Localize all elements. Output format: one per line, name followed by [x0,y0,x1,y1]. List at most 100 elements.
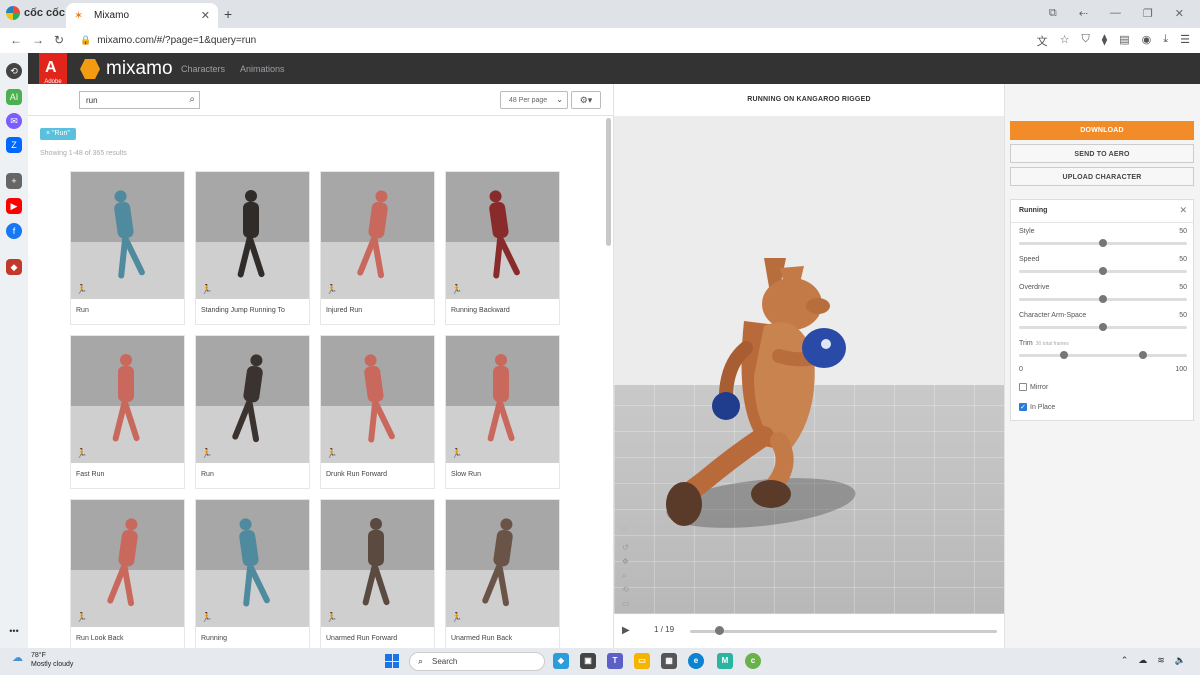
timeline-track[interactable] [690,630,997,633]
settings-dropdown-button[interactable]: ⚙▾ [571,91,601,109]
animation-thumbnail[interactable]: 🏃 [71,172,184,299]
animation-card[interactable]: 🏃 Fast Run [71,336,184,488]
url-field[interactable]: 🔒 mixamo.com/#/?page=1&query=run [80,32,1010,49]
add-shortcut-icon[interactable]: + [6,173,22,189]
animation-thumbnail[interactable]: 🏃 [446,172,559,299]
param-handle[interactable] [1099,323,1107,331]
reset-view-icon[interactable]: ⟲ [622,585,632,595]
animation-card[interactable]: 🏃 Slow Run [446,336,559,488]
weather-widget[interactable]: ☁ 78°F Mostly cloudy [12,651,73,669]
app-shortcut-icon[interactable]: ◆ [6,259,22,275]
animation-card[interactable]: 🏃 Run [196,336,309,488]
close-icon[interactable]: ✕ [1179,205,1187,216]
mirror-checkbox[interactable]: Mirror [1019,383,1048,391]
teams-icon[interactable]: T [607,653,623,669]
download-icon[interactable]: ⤓ [1163,33,1168,49]
play-icon[interactable]: ▶ [622,625,630,636]
send-to-aero-button[interactable]: SEND TO AERO [1010,144,1194,163]
param-handle[interactable] [1099,295,1107,303]
wifi-icon[interactable]: ≋ [1157,655,1165,666]
filter-chip-run[interactable]: × "Run" [40,128,76,140]
minimize-icon[interactable]: — [1110,7,1121,20]
animation-card[interactable]: 🏃 Unarmed Run Forward [321,500,434,652]
youtube-icon[interactable]: ▶ [6,198,22,214]
facebook-icon[interactable]: f [6,223,22,239]
search-icon[interactable]: ⌕ [189,94,195,105]
animation-thumbnail[interactable]: 🏃 [446,336,559,463]
animation-card[interactable]: 🏃 Run [71,172,184,324]
messenger-icon[interactable]: ✉ [6,113,22,129]
3d-scene[interactable]: ◌ ↺ ✥ ⌕ ⟲ ▭ [614,116,1004,614]
more-icon[interactable]: ••• [6,623,22,639]
task-view-icon[interactable]: ▣ [580,653,596,669]
trim-start-handle[interactable] [1060,351,1069,359]
animation-card[interactable]: 🏃 Standing Jump Running To [196,172,309,324]
nav-characters[interactable]: Characters [181,64,225,74]
animation-thumbnail[interactable]: 🏃 [321,336,434,463]
reload-icon[interactable]: ↻ [54,33,64,47]
per-page-select[interactable]: 48 Per page ⌄ [500,91,568,109]
zalo-icon[interactable]: Z [6,137,22,153]
new-tab-button[interactable]: + [224,6,232,22]
rotate-icon[interactable]: ↺ [622,543,632,553]
trim-slider[interactable]: Trim 30 total frames [1019,340,1187,364]
taskbar-search[interactable]: ⌕ Search [409,652,545,671]
animation-thumbnail[interactable]: 🏃 [321,500,434,627]
sidebar-toggle-icon[interactable]: ▤ [1119,33,1129,49]
animation-card[interactable]: 🏃 Drunk Run Forward [321,336,434,488]
animation-thumbnail[interactable]: 🏃 [196,336,309,463]
history-icon[interactable]: ⟲ [6,63,22,79]
close-tab-icon[interactable]: ✕ [201,9,210,22]
close-window-icon[interactable]: ✕ [1175,7,1184,20]
param-handle[interactable] [1099,239,1107,247]
mixamo-logo[interactable]: mixamo [80,58,173,80]
chevron-up-icon[interactable]: ⌃ [1121,655,1129,666]
file-explorer-icon[interactable]: ▭ [634,653,650,669]
animation-thumbnail[interactable]: 🏃 [71,336,184,463]
animation-thumbnail[interactable]: 🏃 [196,500,309,627]
animation-thumbnail[interactable]: 🏃 [71,500,184,627]
volume-icon[interactable]: 🔈 [1175,655,1186,666]
translate-icon[interactable]: 文 [1037,33,1048,49]
back-history-icon[interactable]: ⇠ [1079,7,1088,20]
animation-card[interactable]: 🏃 Running [196,500,309,652]
record-icon[interactable]: ▭ [622,599,632,609]
param-slider[interactable]: Overdrive 50 [1019,284,1187,308]
results-scrollbar[interactable] [606,118,611,246]
upload-character-button[interactable]: UPLOAD CHARACTER [1010,167,1194,186]
download-button[interactable]: DOWNLOAD [1010,121,1194,140]
zoom-icon[interactable]: ⌕ [622,571,632,581]
back-icon[interactable]: ← [10,33,22,47]
mixamo-app-icon[interactable]: M [717,653,733,669]
animation-thumbnail[interactable]: 🏃 [196,172,309,299]
animation-card[interactable]: 🏃 Run Look Back [71,500,184,652]
trim-track[interactable] [1019,354,1187,357]
extensions-icon[interactable]: ⧫ [1102,33,1107,49]
menu-icon[interactable]: ☰ [1180,33,1190,49]
animation-thumbnail[interactable]: 🏃 [321,172,434,299]
ai-icon[interactable]: AI [6,89,22,105]
tab-search-icon[interactable]: ⧉ [1049,7,1057,20]
widgets-app-icon[interactable]: ◆ [553,653,569,669]
edge-icon[interactable]: e [688,653,704,669]
nav-animations[interactable]: Animations [240,64,285,74]
in-place-checkbox-box[interactable]: ✓ [1019,403,1027,411]
move-icon[interactable]: ✥ [622,557,632,567]
profile-icon[interactable]: ◉ [1142,33,1152,49]
param-slider[interactable]: Style 50 [1019,228,1187,252]
animation-card[interactable]: 🏃 Injured Run [321,172,434,324]
search-input[interactable]: run ⌕ [79,91,200,109]
animation-card[interactable]: 🏃 Running Backward [446,172,559,324]
restore-icon[interactable]: ❐ [1143,7,1153,20]
store-icon[interactable]: ▦ [661,653,677,669]
forward-icon[interactable]: → [32,33,44,47]
timeline-handle[interactable] [714,626,724,635]
mirror-checkbox-box[interactable] [1019,383,1027,391]
param-handle[interactable] [1099,267,1107,275]
shield-icon[interactable]: ⛉ [1082,33,1090,49]
animation-thumbnail[interactable]: 🏃 [446,500,559,627]
start-button[interactable] [385,654,399,668]
onedrive-cloud-icon[interactable]: ☁ [1138,655,1147,666]
trim-end-handle[interactable] [1139,351,1148,359]
camera-icon[interactable]: ◌ [622,524,632,534]
